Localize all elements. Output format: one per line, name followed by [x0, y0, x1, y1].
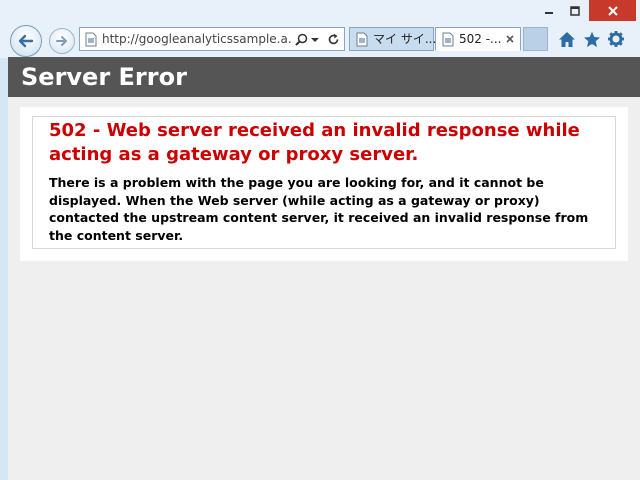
error-description: There is a problem with the page you are… [49, 175, 589, 243]
address-dropdown-button[interactable] [310, 32, 320, 47]
home-button[interactable] [556, 28, 578, 50]
search-icon [294, 33, 307, 46]
tab-label: 502 -... [459, 32, 502, 46]
home-icon [559, 31, 575, 47]
back-arrow-icon [18, 34, 34, 48]
close-icon [607, 5, 618, 16]
tab-active[interactable]: 502 -... [435, 27, 521, 51]
page-title: Server Error [21, 63, 187, 91]
maximize-icon [570, 5, 580, 16]
tab-label: マイ サイ... [373, 32, 437, 46]
minimize-button[interactable] [536, 0, 562, 21]
error-heading: 502 - Web server received an invalid res… [49, 120, 580, 165]
back-button[interactable] [10, 25, 42, 57]
window-titlebar [0, 0, 640, 22]
star-icon [584, 31, 600, 47]
tab-inactive[interactable]: マイ サイ... [349, 27, 437, 51]
favorites-button[interactable] [581, 28, 603, 50]
address-search-button[interactable] [294, 32, 308, 47]
forward-arrow-icon [56, 36, 67, 46]
error-box: 502 - Web server received an invalid res… [32, 116, 616, 249]
refresh-button[interactable] [326, 32, 340, 47]
tab-close-button[interactable] [504, 32, 516, 46]
refresh-icon [328, 33, 338, 45]
maximize-button[interactable] [562, 0, 588, 21]
tools-button[interactable] [605, 28, 627, 50]
page-icon [356, 32, 368, 47]
browser-navbar: http://googleanalyticssample.a... マイ サイ.… [0, 22, 640, 58]
minimize-icon [545, 11, 553, 14]
chevron-down-icon [311, 37, 319, 42]
address-url[interactable]: http://googleanalyticssample.a... [102, 32, 292, 47]
forward-button[interactable] [49, 28, 75, 54]
page-icon [85, 32, 97, 47]
server-error-header: Server Error [8, 57, 640, 97]
page-viewport: Server Error 502 - Web server received a… [8, 57, 640, 480]
window-close-button[interactable] [589, 0, 636, 21]
new-tab-button[interactable] [523, 27, 548, 51]
page-icon [442, 32, 454, 47]
close-icon [506, 35, 514, 43]
address-bar[interactable]: http://googleanalyticssample.a... [79, 27, 345, 51]
gear-icon [608, 31, 624, 47]
content-panel: 502 - Web server received an invalid res… [20, 107, 628, 261]
